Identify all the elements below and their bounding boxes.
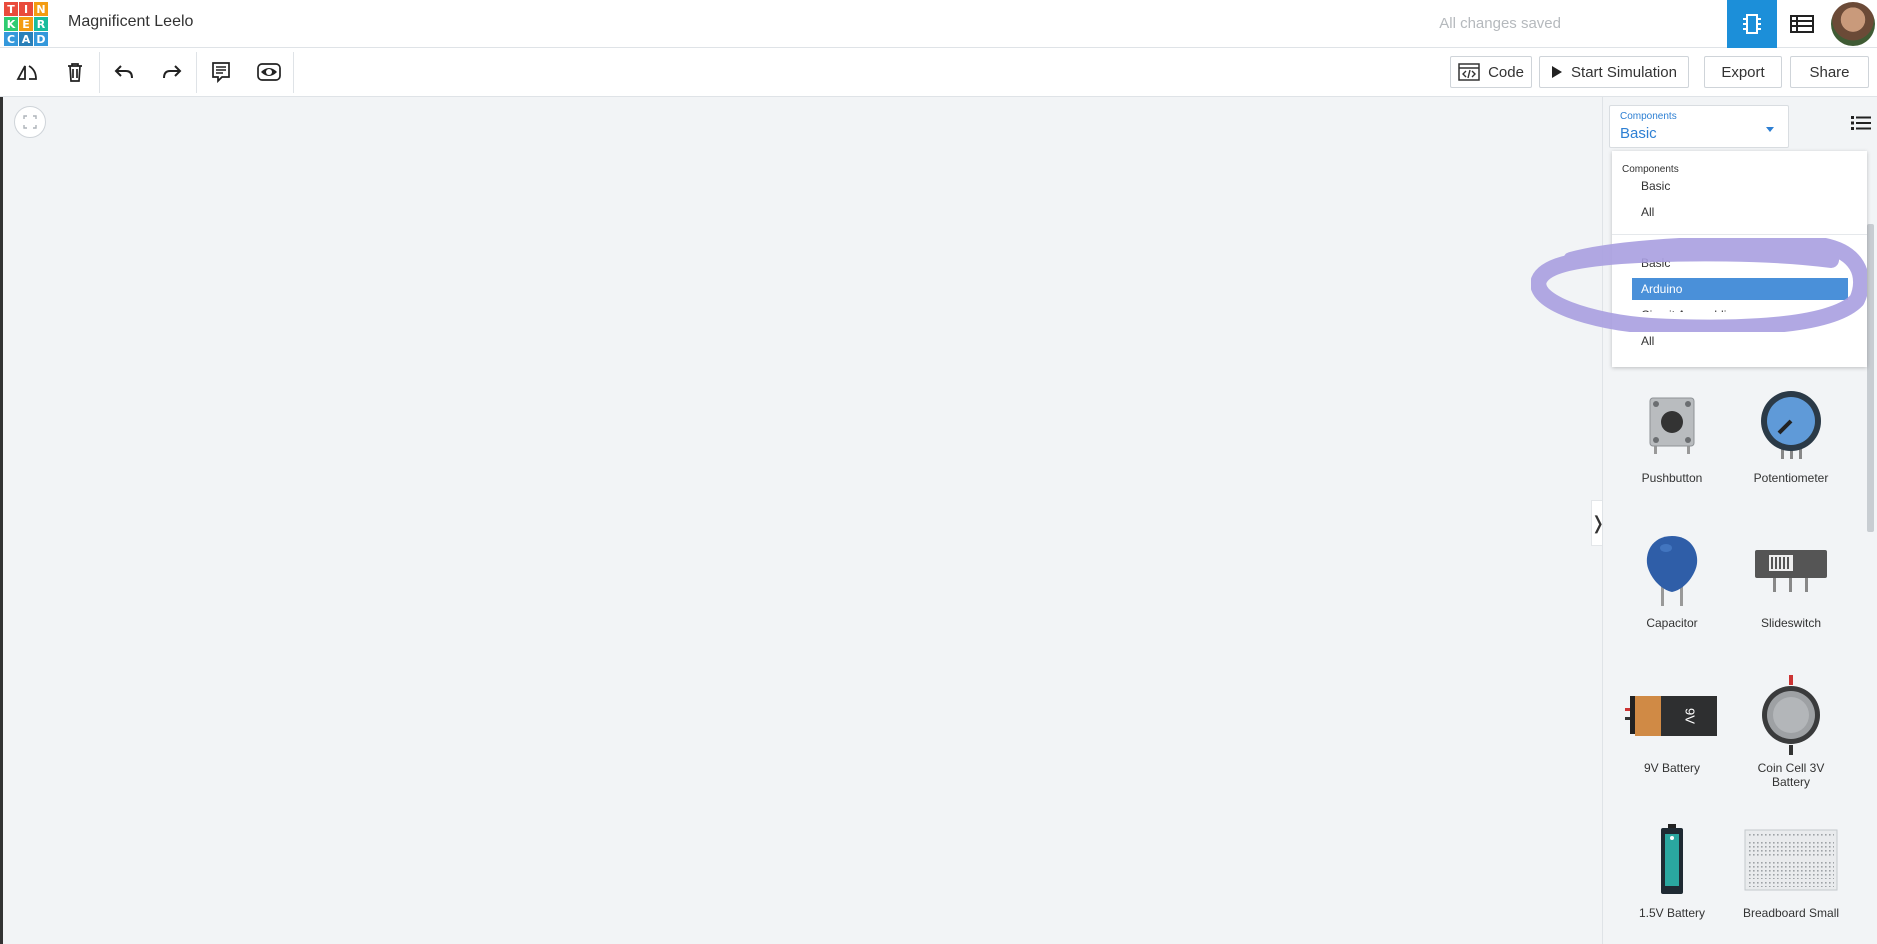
dropdown-divider — [1612, 234, 1867, 235]
components-dropdown-menu: Components Basic All Basic Arduino Circu… — [1612, 151, 1867, 367]
fit-view-button[interactable] — [14, 106, 46, 138]
components-panel: Components Basic Components Basic All Ba… — [1602, 97, 1877, 944]
component-name: Coin Cell 3V Battery — [1757, 761, 1825, 789]
dropdown-option-all[interactable]: All — [1632, 201, 1848, 223]
trash-icon — [68, 63, 82, 82]
battery-9v-icon: 9V — [1625, 696, 1717, 736]
breadboard-icon — [1744, 829, 1838, 891]
component-card-breadboard-small[interactable]: Breadboard Small — [1741, 820, 1841, 920]
top-bar: T I N K E R C A D Magnificent Leelo All … — [0, 0, 1877, 48]
logo-letter: T — [4, 2, 18, 16]
logo-letter: A — [19, 32, 33, 46]
component-card-1-5v-battery[interactable]: 1.5V Battery — [1622, 820, 1722, 920]
component-card-slideswitch[interactable]: Slideswitch — [1741, 530, 1841, 630]
component-card-9v-battery[interactable]: 9V 9V Battery — [1622, 675, 1722, 775]
export-button[interactable]: Export — [1704, 56, 1782, 88]
code-button-label: Code — [1488, 63, 1524, 81]
component-card-capacitor[interactable]: Capacitor — [1622, 530, 1722, 630]
logo-letter: I — [19, 2, 33, 16]
dropdown-caret-icon — [1766, 127, 1774, 132]
delete-button[interactable] — [51, 48, 99, 96]
list-view-icon — [1851, 116, 1871, 130]
rotate-icon — [16, 65, 37, 80]
battery-aa-icon — [1661, 824, 1683, 894]
toolbar-divider — [293, 52, 294, 93]
rotate-button[interactable] — [3, 48, 51, 96]
component-card-pushbutton[interactable]: Pushbutton — [1622, 385, 1722, 485]
slideswitch-icon — [1755, 550, 1827, 592]
code-icon — [1458, 63, 1480, 81]
battery-label: 9V — [1683, 708, 1698, 724]
redo-icon — [163, 65, 182, 79]
component-card-potentiometer[interactable]: Potentiometer — [1741, 385, 1841, 485]
code-button[interactable]: Code — [1450, 56, 1532, 88]
components-select-label: Components — [1620, 111, 1677, 122]
user-avatar[interactable] — [1831, 2, 1875, 46]
circuit-view-button[interactable] — [1727, 0, 1777, 48]
components-select[interactable]: Components Basic — [1609, 105, 1789, 148]
component-name: Breadboard Small — [1742, 906, 1840, 920]
component-name: Potentiometer — [1753, 471, 1829, 485]
list-view-button[interactable] — [1851, 115, 1871, 136]
pushbutton-icon — [1649, 397, 1695, 454]
potentiometer-icon — [1761, 391, 1821, 459]
undo-icon — [114, 65, 133, 79]
share-button[interactable]: Share — [1790, 56, 1869, 88]
component-card-coin-cell-battery[interactable]: Coin Cell 3V Battery — [1741, 675, 1841, 789]
component-name: 1.5V Battery — [1638, 906, 1706, 920]
logo-letter: C — [4, 32, 18, 46]
component-name: Slideswitch — [1760, 616, 1822, 630]
dropdown-option-arduino[interactable]: Arduino — [1632, 278, 1848, 300]
tinkercad-logo[interactable]: T I N K E R C A D — [4, 2, 48, 46]
components-select-value: Basic — [1620, 125, 1657, 142]
dropdown-group-label: Components — [1622, 164, 1679, 175]
dropdown-option-basic[interactable]: Basic — [1632, 252, 1848, 274]
logo-letter: E — [19, 17, 33, 31]
fit-view-icon — [23, 115, 37, 129]
note-icon — [212, 62, 230, 83]
logo-letter: R — [34, 17, 48, 31]
dropdown-option-all[interactable]: All — [1632, 330, 1848, 352]
share-button-label: Share — [1809, 63, 1850, 81]
circuit-view-icon — [1743, 14, 1761, 34]
eye-icon — [257, 63, 281, 81]
component-name: Capacitor — [1646, 616, 1698, 630]
project-title[interactable]: Magnificent Leelo — [68, 13, 193, 31]
play-icon — [1552, 66, 1563, 78]
logo-letter: K — [4, 17, 18, 31]
visibility-button[interactable] — [245, 48, 293, 96]
component-name: Pushbutton — [1641, 471, 1703, 485]
toolbar: Code Start Simulation Export Share — [0, 48, 1877, 97]
undo-button[interactable] — [100, 48, 148, 96]
redo-button[interactable] — [148, 48, 196, 96]
panel-scrollbar-thumb[interactable] — [1867, 224, 1874, 532]
export-button-label: Export — [1721, 63, 1765, 81]
start-simulation-label: Start Simulation — [1571, 63, 1677, 81]
component-list-icon — [1790, 15, 1814, 33]
workplane-canvas[interactable] — [0, 97, 1602, 944]
capacitor-icon — [1646, 536, 1698, 606]
component-name: 9V Battery — [1643, 761, 1701, 775]
dropdown-option-basic[interactable]: Basic — [1632, 175, 1848, 197]
start-simulation-button[interactable]: Start Simulation — [1539, 56, 1689, 88]
logo-letter: N — [34, 2, 48, 16]
schematic-view-button[interactable] — [1777, 0, 1827, 48]
notes-button[interactable] — [197, 48, 245, 96]
save-status: All changes saved — [1439, 15, 1561, 32]
dropdown-option-circuit-assemblies[interactable]: Circuit Assembli — [1632, 304, 1848, 312]
logo-letter: D — [34, 32, 48, 46]
coin-cell-icon — [1762, 675, 1820, 755]
